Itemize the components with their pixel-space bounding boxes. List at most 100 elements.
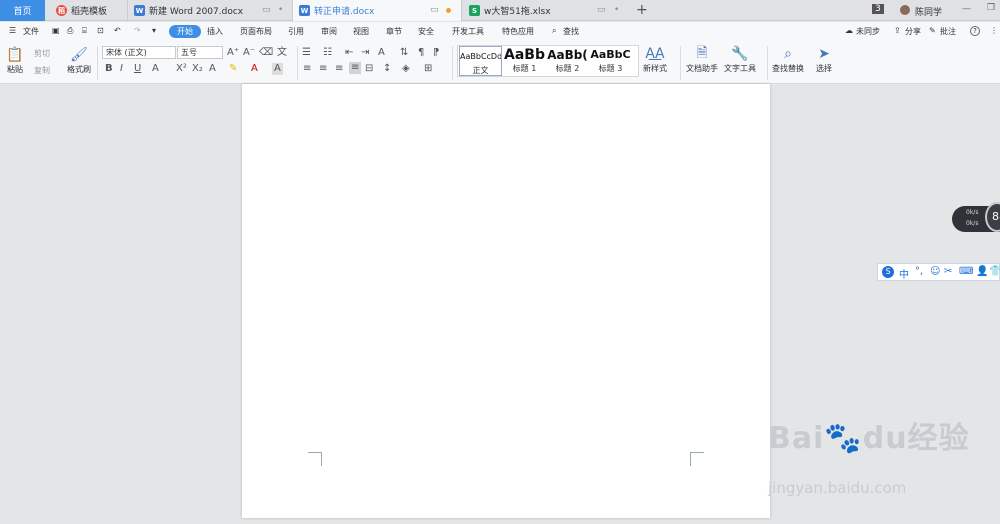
- numbered-list-icon[interactable]: ☷: [323, 47, 332, 59]
- border-icon[interactable]: ⊞: [424, 63, 432, 75]
- line-spacing-icon[interactable]: ↕: [383, 63, 391, 75]
- ime-toolbar[interactable]: S 中 °, ☺ ✂ ⌨ 👤 👕: [877, 263, 1000, 281]
- clear-format-icon[interactable]: ⌫: [259, 47, 273, 59]
- share-button[interactable]: 分享: [905, 26, 921, 37]
- align-left-icon[interactable]: ≡: [303, 63, 311, 75]
- window-icon[interactable]: ▭: [597, 5, 606, 15]
- phonetic-icon[interactable]: 文: [277, 47, 287, 59]
- copy-button[interactable]: 复制: [34, 65, 50, 76]
- new-style-icon: A͟A: [645, 46, 665, 62]
- doc-helper-icon: 🗎: [696, 45, 708, 61]
- voice-icon[interactable]: ✂: [944, 266, 952, 277]
- preview-icon[interactable]: ⊡: [97, 26, 104, 35]
- tab-security[interactable]: 安全: [418, 26, 434, 37]
- font-size-select[interactable]: 五号: [177, 46, 223, 59]
- sort-icon[interactable]: ⇅: [400, 47, 408, 59]
- menu-file[interactable]: 文件: [23, 26, 39, 37]
- tab-developer[interactable]: 开发工具: [452, 26, 484, 37]
- style-heading-1[interactable]: AaBb 标题 1: [503, 46, 546, 76]
- restore-icon[interactable]: ❐: [987, 3, 995, 13]
- indent-icon[interactable]: ⇥: [361, 47, 369, 59]
- find-replace-button[interactable]: ⌕ 查找替换: [772, 45, 804, 74]
- search-label[interactable]: 查找: [563, 26, 579, 37]
- bullet-list-icon[interactable]: ☰: [302, 47, 311, 59]
- punctuation-icon[interactable]: °,: [915, 266, 923, 277]
- unsaved-dot-icon: [446, 8, 451, 13]
- tab-chapter[interactable]: 章节: [386, 26, 402, 37]
- window-count-badge[interactable]: 3: [872, 4, 884, 14]
- highlight-icon[interactable]: ✎: [229, 63, 237, 75]
- avatar[interactable]: [900, 5, 910, 15]
- chinese-layout-icon[interactable]: A: [378, 47, 385, 59]
- strikethrough-icon[interactable]: A: [152, 63, 159, 75]
- customize-icon[interactable]: ▾: [152, 26, 156, 35]
- align-right-icon[interactable]: ≡: [335, 63, 343, 75]
- skin-icon[interactable]: 👕: [989, 266, 1000, 277]
- select-button[interactable]: ➤ 选择: [815, 45, 833, 74]
- more-icon[interactable]: ⋮: [990, 26, 998, 35]
- style-heading-3[interactable]: AaBbC 标题 3: [589, 46, 632, 76]
- char-shading-icon[interactable]: A: [272, 63, 283, 75]
- style-heading-2[interactable]: AaBb(标题 2: [546, 46, 589, 76]
- tab-special[interactable]: 特色应用: [502, 26, 534, 37]
- justify-icon[interactable]: ≡: [349, 62, 362, 74]
- superscript-icon[interactable]: X²: [176, 63, 187, 75]
- text-effect-icon[interactable]: A: [209, 63, 216, 75]
- distribute-icon[interactable]: ⊟: [365, 63, 373, 75]
- minimize-icon[interactable]: —: [962, 4, 971, 14]
- underline-icon[interactable]: U: [134, 63, 141, 75]
- tab-close-dot-icon[interactable]: •: [278, 5, 283, 15]
- save-icon[interactable]: ▣: [52, 26, 60, 35]
- tab-view[interactable]: 视图: [353, 26, 369, 37]
- hamburger-icon[interactable]: ☰: [9, 26, 16, 35]
- bold-icon[interactable]: B: [105, 63, 113, 75]
- cursor-icon: ➤: [818, 46, 830, 62]
- cut-button[interactable]: 剪切: [34, 48, 50, 59]
- format-painter-button[interactable]: 🖌 格式刷: [67, 46, 91, 75]
- ime-lang-toggle[interactable]: 中: [899, 266, 909, 281]
- outdent-icon[interactable]: ⇤: [345, 47, 353, 59]
- font-color-icon[interactable]: A: [251, 63, 258, 75]
- tab-page-layout[interactable]: 页面布局: [240, 26, 272, 37]
- tab-references[interactable]: 引用: [288, 26, 304, 37]
- sync-status[interactable]: 未同步: [856, 26, 880, 37]
- undo-icon[interactable]: ↶: [114, 26, 121, 35]
- shading-icon[interactable]: ◈: [402, 63, 410, 75]
- keyboard-icon[interactable]: ⌨: [959, 266, 973, 277]
- style-normal[interactable]: AaBbCcDd 正文: [459, 46, 502, 76]
- tab-start[interactable]: 开始: [169, 25, 201, 38]
- user-icon[interactable]: 👤: [976, 266, 988, 277]
- help-icon[interactable]: ?: [970, 26, 980, 36]
- new-style-button[interactable]: A͟A 新样式: [643, 45, 667, 74]
- tab-home[interactable]: 首页: [0, 0, 45, 21]
- window-icon[interactable]: ▭: [262, 5, 271, 15]
- grow-font-icon[interactable]: A⁺: [227, 47, 239, 59]
- search-icon[interactable]: ⌕: [552, 26, 556, 36]
- align-center-icon[interactable]: ≡: [319, 63, 327, 75]
- print-icon[interactable]: ⌸: [82, 26, 87, 36]
- add-tab-icon[interactable]: +: [636, 2, 648, 18]
- paragraph-marks-icon[interactable]: ⁋: [433, 47, 439, 59]
- user-name[interactable]: 陈同学: [915, 5, 942, 18]
- emoji-icon[interactable]: ☺: [930, 266, 940, 277]
- shrink-font-icon[interactable]: A⁻: [243, 47, 255, 59]
- word-file-icon: W: [134, 5, 145, 16]
- menu-bar: ☰ 文件 ▣ ⎙ ⌸ ⊡ ↶ ↷ ▾ 开始 插入 页面布局 引用 审阅 视图 章…: [0, 22, 1000, 42]
- tab-review[interactable]: 审阅: [321, 26, 337, 37]
- subscript-icon[interactable]: X₂: [192, 63, 203, 75]
- italic-icon[interactable]: I: [120, 63, 123, 75]
- show-marks-icon[interactable]: ¶: [418, 47, 424, 59]
- redo-icon[interactable]: ↷: [134, 26, 141, 35]
- comment-button[interactable]: 批注: [940, 26, 956, 37]
- divider: [297, 46, 298, 80]
- doc-helper-button[interactable]: 🗎 文档助手: [686, 45, 718, 74]
- tab-close-dot-icon[interactable]: •: [614, 5, 619, 15]
- export-icon[interactable]: ⎙: [67, 26, 73, 36]
- window-icon[interactable]: ▭: [430, 5, 439, 15]
- font-name-select[interactable]: 宋体 (正文): [102, 46, 176, 59]
- tab-templates[interactable]: 稻稻壳模板: [47, 0, 127, 21]
- text-tools-button[interactable]: 🔧 文字工具: [724, 45, 756, 74]
- document-page[interactable]: [242, 84, 770, 518]
- paste-button[interactable]: 📋 粘贴: [6, 46, 24, 75]
- tab-insert[interactable]: 插入: [207, 26, 223, 37]
